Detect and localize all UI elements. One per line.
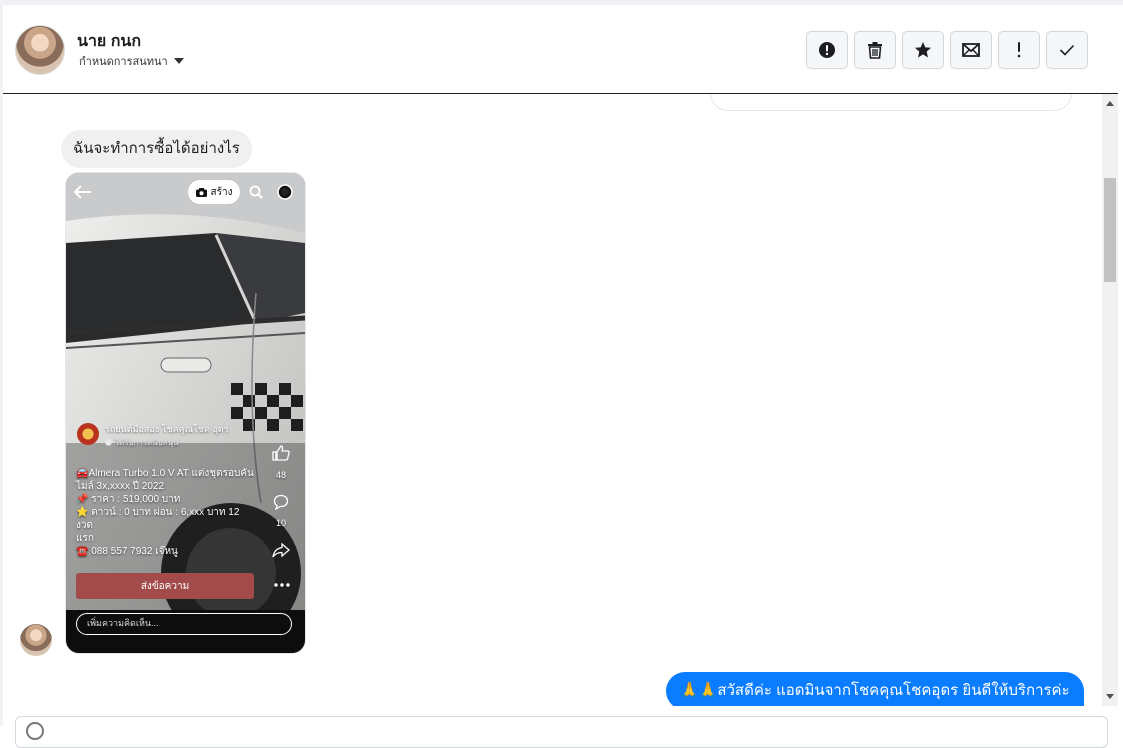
shared-post-image[interactable]: สร้าง รถยนต์มือสอง โชคคุณโชค อุดร ได้รับ…: [65, 172, 306, 654]
like-count: 48: [276, 470, 287, 480]
sponsored-row: ได้รับการสนับสนุน: [105, 436, 178, 449]
comment-placeholder: เพิ่มความคิดเห็น...: [87, 618, 159, 628]
incoming-message: ฉันจะทำการซื้อได้อย่างไร: [61, 130, 252, 168]
post-caption: 🚘Almera Turbo 1.0 V AT แต่งชุดรอบคัน ไมล…: [76, 467, 256, 558]
comment-input[interactable]: เพิ่มความคิดเห็น...: [76, 613, 292, 635]
emoji-icon[interactable]: [26, 722, 44, 740]
message-thread: ฉันจะทำการซื้อได้อย่างไร สร้าง รถยนต์มือ…: [3, 94, 1100, 706]
caption-line: 📌 ราคา : 519,000 บาท: [76, 494, 181, 505]
comment-icon[interactable]: [273, 494, 289, 510]
mark-important-button[interactable]: [998, 31, 1040, 69]
caption-line: ☎️ 088 557 7932 เจ๊หนู: [76, 546, 178, 557]
profile-circle-icon[interactable]: [277, 184, 293, 200]
like-icon[interactable]: [272, 445, 290, 461]
contact-avatar[interactable]: [15, 25, 65, 75]
create-button[interactable]: สร้าง: [188, 180, 240, 204]
caption-line: แรก: [76, 533, 94, 544]
caption-line: ⭐ ดาวน์ : 0 บาท ผ่อน : 6,xxx บาท 12 งวด: [76, 507, 240, 531]
comment-count: 10: [276, 518, 287, 528]
caption-line: ไมล์ 3x,xxxx ปี 2022: [76, 481, 165, 492]
sender-avatar[interactable]: [20, 624, 52, 656]
alert-circle-icon: [819, 42, 835, 58]
globe-icon: [105, 439, 112, 446]
caption-line: 🚘Almera Turbo 1.0 V AT แต่งชุดรอบคัน: [76, 468, 254, 479]
trash-icon: [868, 42, 882, 59]
envelope-icon: [962, 43, 980, 57]
scroll-up-arrow-icon[interactable]: [1106, 101, 1114, 106]
page-avatar: [77, 423, 99, 445]
message-composer[interactable]: [15, 716, 1108, 748]
exclamation-icon: [1017, 42, 1021, 58]
outgoing-message: 🙏🙏สวัสดีค่ะ แอดมินจากโชคคุณโชคอุดร ยินดี…: [666, 672, 1084, 706]
share-icon[interactable]: [272, 543, 290, 558]
caret-down-icon: [173, 58, 184, 64]
send-message-button[interactable]: ส่งข้อความ: [76, 573, 254, 599]
back-arrow-icon[interactable]: [74, 185, 92, 199]
thread-scrollbar[interactable]: [1102, 94, 1118, 706]
more-options-icon[interactable]: [274, 583, 290, 587]
mail-button[interactable]: [950, 31, 992, 69]
contact-name: นาย กนก: [77, 33, 142, 50]
camera-icon: [195, 187, 207, 197]
conversation-header: นาย กนก กำหนดการสนทนา: [3, 5, 1118, 94]
scroll-down-arrow-icon[interactable]: [1106, 694, 1114, 699]
scrollbar-thumb[interactable]: [1104, 178, 1116, 282]
header-actions: [806, 31, 1088, 69]
star-icon: [915, 42, 931, 58]
alert-circle-button[interactable]: [806, 31, 848, 69]
assign-conversation-label: กำหนดการสนทนา: [79, 56, 168, 68]
mark-done-button[interactable]: [1046, 31, 1088, 69]
check-icon: [1059, 44, 1075, 56]
create-label: สร้าง: [210, 186, 233, 198]
delete-button[interactable]: [854, 31, 896, 69]
star-button[interactable]: [902, 31, 944, 69]
sponsored-label: ได้รับการสนับสนุน: [115, 438, 179, 447]
page-name: รถยนต์มือสอง โชคคุณโชค อุดร: [105, 424, 229, 434]
search-icon[interactable]: [249, 185, 263, 199]
previous-message-bubble: [710, 94, 1072, 111]
send-message-label: ส่งข้อความ: [140, 580, 190, 592]
assign-conversation-dropdown[interactable]: กำหนดการสนทนา: [79, 52, 184, 70]
